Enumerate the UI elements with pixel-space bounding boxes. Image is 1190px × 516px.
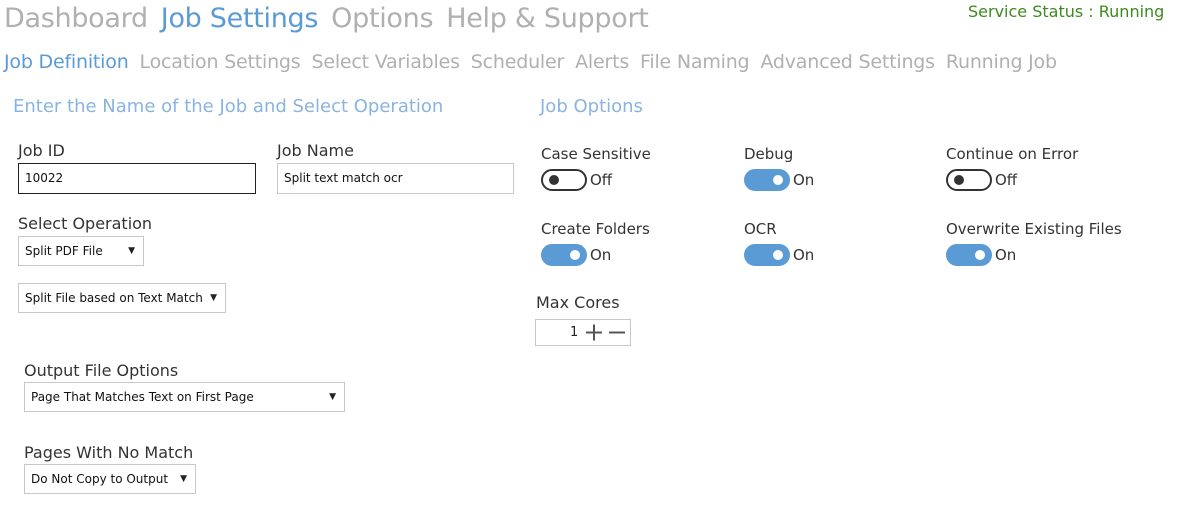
tab-file-naming[interactable]: File Naming [640,48,750,76]
continue-on-error-state: Off [995,171,1018,189]
max-cores-label: Max Cores [536,293,620,312]
create-folders-toggle[interactable] [541,244,587,266]
pages-with-no-match-dropdown[interactable]: Do Not Copy to Output ▼ [24,464,196,494]
top-nav-dashboard[interactable]: Dashboard [4,1,148,37]
chevron-down-icon: ▼ [329,392,336,402]
minus-icon[interactable] [608,321,626,344]
tab-alerts[interactable]: Alerts [575,48,629,76]
chevron-down-icon: ▼ [210,293,217,303]
top-nav-options[interactable]: Options [331,1,433,37]
pages-with-no-match-label: Pages With No Match [24,443,194,462]
debug-label: Debug [744,145,794,163]
ocr-state: On [793,246,815,264]
max-cores-stepper: 1 [535,319,631,346]
toggle-knob [570,250,580,260]
toggle-knob [954,175,964,185]
create-folders-label: Create Folders [541,220,650,238]
ocr-toggle[interactable] [744,244,790,266]
max-cores-value[interactable]: 1 [570,320,578,345]
job-options-title: Job Options [540,96,643,117]
plus-icon[interactable] [585,321,603,344]
output-file-options-label: Output File Options [24,361,179,380]
toggle-knob [773,175,783,185]
top-nav-help-support[interactable]: Help & Support [446,1,649,37]
select-operation-value: Split PDF File [25,244,103,258]
continue-on-error-toggle[interactable] [946,169,992,191]
sub-nav: Job Definition Location Settings Select … [4,48,1068,76]
overwrite-existing-files-toggle[interactable] [946,244,992,266]
top-nav-job-settings[interactable]: Job Settings [161,1,319,37]
select-operation-dropdown[interactable]: Split PDF File ▼ [18,236,144,266]
job-id-input[interactable]: 10022 [18,163,256,194]
top-nav: Dashboard Job Settings Options Help & Su… [4,1,662,37]
left-section-title: Enter the Name of the Job and Select Ope… [13,96,444,117]
service-status: Service Status : Running [968,2,1165,21]
overwrite-existing-files-state: On [995,246,1017,264]
toggle-knob [975,250,985,260]
tab-location-settings[interactable]: Location Settings [140,48,301,76]
tab-scheduler[interactable]: Scheduler [471,48,565,76]
tab-job-definition[interactable]: Job Definition [4,48,129,76]
overwrite-existing-files-label: Overwrite Existing Files [946,220,1122,238]
chevron-down-icon: ▼ [128,246,135,256]
output-file-options-dropdown[interactable]: Page That Matches Text on First Page ▼ [24,382,345,412]
split-method-value: Split File based on Text Match [25,291,203,305]
debug-toggle[interactable] [744,169,790,191]
ocr-label: OCR [744,220,777,238]
case-sensitive-label: Case Sensitive [541,145,651,163]
toggle-knob [773,250,783,260]
tab-running-job[interactable]: Running Job [946,48,1057,76]
pages-with-no-match-value: Do Not Copy to Output [31,472,169,486]
output-file-options-value: Page That Matches Text on First Page [31,390,254,404]
case-sensitive-toggle[interactable] [541,169,587,191]
select-operation-label: Select Operation [18,214,153,233]
case-sensitive-state: Off [590,171,613,189]
job-name-input[interactable]: Split text match ocr [277,163,514,194]
job-name-label: Job Name [277,141,354,160]
tab-select-variables[interactable]: Select Variables [311,48,459,76]
debug-state: On [793,171,815,189]
split-method-dropdown[interactable]: Split File based on Text Match ▼ [18,283,226,313]
toggle-knob [549,175,559,185]
job-id-label: Job ID [18,141,65,160]
continue-on-error-label: Continue on Error [946,145,1079,163]
chevron-down-icon: ▼ [180,474,187,484]
create-folders-state: On [590,246,612,264]
tab-advanced-settings[interactable]: Advanced Settings [760,48,935,76]
